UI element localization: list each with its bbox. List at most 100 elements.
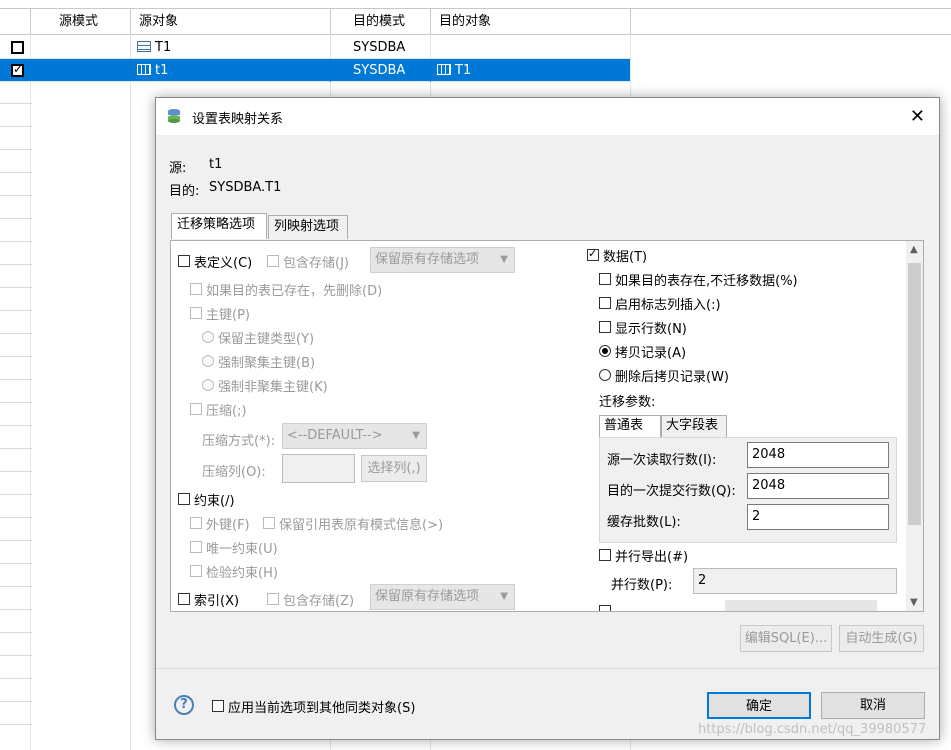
batch-label: 缓存批数(L):: [607, 515, 681, 530]
read-rows-label: 源一次读取行数(I):: [607, 453, 717, 468]
show-rows-checkbox[interactable]: [599, 321, 611, 333]
force-cluster-pk-radio[interactable]: [202, 355, 214, 367]
compress-label: 压缩(;): [206, 404, 247, 419]
params-label: 迁移参数:: [599, 395, 656, 410]
chevron-down-icon: ▼: [412, 430, 420, 441]
cancel-button[interactable]: 取消: [821, 692, 925, 719]
table-icon: [137, 64, 151, 75]
help-icon[interactable]: ?: [174, 695, 194, 715]
table-def-checkbox[interactable]: [178, 255, 190, 267]
header-src-object[interactable]: 源对象: [131, 9, 331, 35]
copy-records-radio[interactable]: [599, 345, 611, 357]
compress-mode-select[interactable]: <--DEFAULT--> ▼: [282, 423, 427, 449]
header-dst-schema[interactable]: 目的模式: [331, 9, 431, 35]
data-checkbox[interactable]: [587, 247, 599, 261]
parallel-export-checkbox[interactable]: [599, 549, 611, 561]
table-mapping-icon: [168, 109, 180, 123]
clipped-checkbox[interactable]: [599, 605, 611, 611]
table-row[interactable]: t1 SYSDBA T1: [0, 59, 631, 82]
drop-if-exists-checkbox[interactable]: [190, 283, 202, 295]
scroll-down-icon[interactable]: ▼: [910, 597, 918, 608]
tab-column-mapping[interactable]: 列映射选项: [268, 215, 348, 239]
copy-records-label: 拷贝记录(A): [615, 346, 687, 361]
foreign-key-checkbox[interactable]: [190, 517, 202, 529]
check-constraint-checkbox[interactable]: [190, 565, 202, 577]
index-include-storage-checkbox[interactable]: [267, 593, 279, 605]
dst-schema-cell: SYSDBA: [331, 36, 431, 59]
commit-rows-label: 目的一次提交行数(Q):: [607, 484, 736, 499]
compress-mode-label: 压缩方式(*):: [202, 434, 276, 449]
delete-then-copy-radio[interactable]: [599, 369, 611, 381]
footer-divider: [156, 668, 939, 669]
tab-lob-table[interactable]: 大字段表: [661, 415, 727, 437]
data-label: 数据(T): [603, 250, 648, 265]
read-rows-field[interactable]: 2048: [747, 442, 889, 468]
index-checkbox[interactable]: [178, 593, 190, 605]
target-value: SYSDBA.T1: [209, 180, 282, 195]
include-storage-checkbox[interactable]: [267, 255, 279, 267]
header-check: [0, 9, 31, 35]
src-object-cell: T1: [131, 36, 331, 59]
identity-insert-label: 启用标志列插入(:): [615, 298, 721, 313]
close-icon[interactable]: ✕: [910, 106, 925, 127]
edit-sql-button[interactable]: 编辑SQL(E)...: [740, 625, 832, 652]
compress-checkbox[interactable]: [190, 403, 202, 415]
dialog-title: 设置表映射关系: [192, 112, 284, 127]
check-constraint-label: 检验约束(H): [206, 566, 278, 581]
tab-normal-table[interactable]: 普通表: [599, 415, 661, 437]
keep-ref-schema-checkbox[interactable]: [263, 517, 275, 529]
scroll-thumb[interactable]: [908, 263, 921, 525]
index-label: 索引(X): [194, 594, 240, 609]
unique-checkbox[interactable]: [190, 541, 202, 553]
header-dst-object[interactable]: 目的对象: [431, 9, 631, 35]
constraint-label: 约束(/): [194, 494, 235, 509]
commit-rows-field[interactable]: 2048: [747, 473, 889, 499]
foreign-key-label: 外键(F): [206, 518, 250, 533]
force-cluster-pk-label: 强制聚集主键(B): [218, 356, 316, 371]
show-rows-label: 显示行数(N): [615, 322, 687, 337]
force-noncluster-pk-label: 强制非聚集主键(K): [218, 380, 328, 395]
row-checkbox[interactable]: [11, 41, 24, 54]
chevron-down-icon: ▼: [500, 591, 508, 602]
apply-all-checkbox[interactable]: [212, 700, 224, 712]
dialog-titlebar: 设置表映射关系 ✕: [156, 98, 939, 135]
parallel-export-label: 并行导出(#): [615, 550, 689, 565]
row-checkbox[interactable]: [11, 62, 24, 77]
table-icon: [437, 64, 451, 75]
skip-if-exists-checkbox[interactable]: [599, 273, 611, 285]
force-noncluster-pk-radio[interactable]: [202, 379, 214, 391]
identity-insert-checkbox[interactable]: [599, 297, 611, 309]
primary-key-checkbox[interactable]: [190, 307, 202, 319]
options-scrollbar[interactable]: ▲ ▼: [906, 241, 923, 611]
drop-if-exists-label: 如果目的表已存在，先删除(D): [206, 284, 383, 299]
scroll-up-icon[interactable]: ▲: [910, 244, 918, 255]
table-def-label: 表定义(C): [194, 256, 253, 271]
constraint-checkbox[interactable]: [178, 493, 190, 505]
header-src-schema[interactable]: 源模式: [31, 9, 131, 35]
parallel-count-field[interactable]: 2: [693, 568, 897, 594]
source-label: 源:: [169, 161, 187, 176]
compress-cols-label: 压缩列(O):: [202, 465, 266, 480]
unique-label: 唯一约束(U): [206, 542, 278, 557]
apply-all-label: 应用当前选项到其他同类对象(S): [228, 701, 416, 716]
delete-then-copy-label: 删除后拷贝记录(W): [615, 370, 729, 385]
chevron-down-icon: ▼: [500, 254, 508, 265]
auto-generate-button[interactable]: 自动生成(G): [839, 625, 924, 652]
index-storage-select[interactable]: 保留原有存储选项 ▼: [370, 584, 515, 610]
ok-button[interactable]: 确定: [707, 692, 811, 719]
keep-pk-type-label: 保留主键类型(Y): [218, 332, 315, 347]
dst-object-cell: T1: [431, 59, 631, 82]
dst-schema-cell: SYSDBA: [331, 59, 431, 82]
keep-pk-type-radio[interactable]: [202, 331, 214, 343]
table-row[interactable]: T1 SYSDBA: [0, 36, 630, 59]
batch-field[interactable]: 2: [747, 504, 889, 530]
tab-migration-strategy[interactable]: 迁移策略选项: [171, 213, 267, 239]
target-label: 目的:: [169, 184, 200, 199]
compress-cols-field[interactable]: [282, 454, 355, 483]
include-storage-label: 包含存储(J): [283, 256, 349, 271]
src-object-cell: t1: [131, 59, 331, 82]
skip-if-exists-label: 如果目的表存在,不迁移数据(%): [615, 274, 798, 289]
storage-select[interactable]: 保留原有存储选项 ▼: [370, 247, 515, 273]
clipped-control: [725, 600, 877, 611]
select-cols-button[interactable]: 选择列(,): [361, 455, 427, 482]
